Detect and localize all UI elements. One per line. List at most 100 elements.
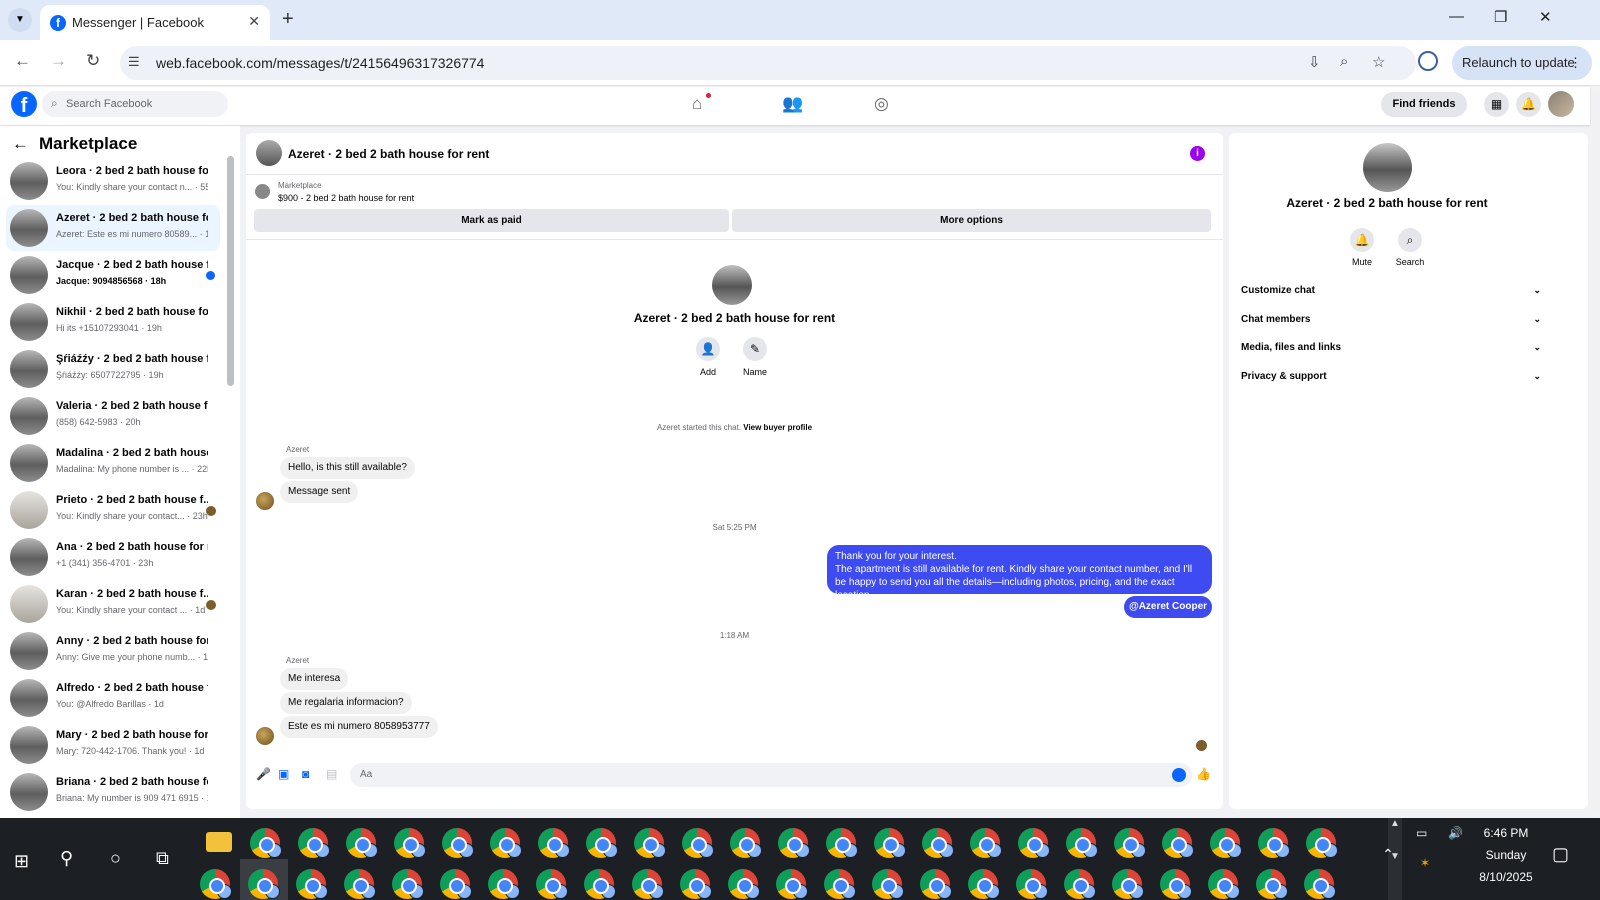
chrome-window-icon[interactable] [824,869,856,899]
conversation-item[interactable]: Madalina · 2 bed 2 bath house ... Madali… [6,440,220,486]
new-tab-button[interactable]: + [282,8,294,31]
add-people-button[interactable]: 👤 Add [683,337,733,377]
chrome-window-icon[interactable] [1160,869,1192,899]
chrome-window-icon[interactable] [584,869,616,899]
home-nav-icon[interactable]: ⌂ [692,94,702,114]
conversation-item[interactable]: Karan · 2 bed 2 bath house f... You: Kin… [6,581,220,627]
conversation-item[interactable]: Mary · 2 bed 2 bath house for r... Mary:… [6,722,220,768]
chrome-window-icon[interactable] [440,869,472,899]
kebab-menu-icon[interactable]: ⋮ [1569,46,1582,80]
conversation-item[interactable]: Ana · 2 bed 2 bath house for rent +1 (34… [6,534,220,580]
chrome-window-icon[interactable] [538,828,570,858]
conversation-item[interactable]: Prieto · 2 bed 2 bath house f... You: Ki… [6,487,220,533]
network-icon[interactable]: ▭ [1416,826,1427,840]
chrome-window-icon[interactable] [346,828,378,858]
like-thumb-icon[interactable]: 👍 [1196,767,1211,781]
conversation-item[interactable]: Briana · 2 bed 2 bath house for... Brian… [6,769,220,815]
url-text[interactable]: web.facebook.com/messages/t/241564963173… [156,55,484,71]
incoming-message[interactable]: Este es mi numero 8058953777 [280,716,438,738]
name-chat-button[interactable]: ✎ Name [730,337,780,377]
menu-grid-icon[interactable]: ▦ [1484,92,1509,117]
chrome-window-icon[interactable] [872,869,904,899]
cortana-icon[interactable]: ○ [110,848,121,869]
facebook-logo-icon[interactable]: f [11,91,37,117]
chrome-window-icon[interactable] [1258,828,1290,858]
outgoing-message[interactable]: Thank you for your interest. The apartme… [827,545,1212,601]
back-button[interactable]: ← [14,51,31,71]
chrome-window-icon[interactable] [248,869,280,899]
chrome-window-icon[interactable] [1064,869,1096,899]
groups-nav-icon[interactable]: ◎ [874,94,889,114]
chat-title[interactable]: Azeret · 2 bed 2 bath house for rent [288,147,489,161]
message-input[interactable]: Aa [350,763,1192,787]
conversation-item[interactable]: Jacque · 2 bed 2 bath house f... Jacque:… [6,252,220,298]
relaunch-button[interactable]: Relaunch to update ⋮ [1452,46,1592,80]
chrome-window-icon[interactable] [250,828,282,858]
bookmark-star-icon[interactable]: ☆ [1372,53,1385,71]
chrome-window-icon[interactable] [1112,869,1144,899]
search-icon[interactable]: ⚲ [60,848,73,869]
address-bar[interactable]: ☰ web.facebook.com/messages/t/2415649631… [120,46,1416,80]
chrome-window-icon[interactable] [490,828,522,858]
more-options-button[interactable]: More options [732,209,1211,232]
chrome-window-icon[interactable] [1210,828,1242,858]
incoming-message[interactable]: Me interesa [280,668,349,690]
incoming-message[interactable]: Hello, is this still available? [280,457,415,479]
chrome-window-icon[interactable] [968,869,1000,899]
minimize-button[interactable]: — [1449,8,1464,25]
chrome-window-icon[interactable] [586,828,618,858]
mention-message[interactable]: @Azeret Cooper [1124,596,1212,618]
chrome-window-icon[interactable] [970,828,1002,858]
chrome-window-icon[interactable] [730,828,762,858]
tab-close-icon[interactable]: ✕ [248,13,260,30]
chrome-window-icon[interactable] [536,869,568,899]
reload-button[interactable]: ↻ [86,51,100,71]
volume-icon[interactable]: 🔊 [1448,826,1463,840]
conversation-item[interactable]: Anny · 2 bed 2 bath house for r... Anny:… [6,628,220,674]
chrome-window-icon[interactable] [874,828,906,858]
listing-price[interactable]: $900 - 2 bed 2 bath house for rent [278,193,414,203]
sender-avatar[interactable] [256,492,274,510]
clock-time[interactable]: 6:46 PM [1466,826,1546,840]
chrome-window-icon[interactable] [778,828,810,858]
install-app-icon[interactable]: ⇩ [1308,53,1321,71]
weather-icon[interactable]: ✶ [1420,856,1430,870]
task-view-icon[interactable]: ⧉ [156,848,169,869]
chrome-window-icon[interactable] [920,869,952,899]
chrome-window-icon[interactable] [200,869,232,899]
chrome-window-icon[interactable] [1256,869,1288,899]
conversation-item[interactable]: Valeria · 2 bed 2 bath house for... (858… [6,393,220,439]
media-files-row[interactable]: Media, files and links ⌄ [1241,342,1541,353]
microphone-icon[interactable]: 🎤 [256,767,271,781]
notification-center-icon[interactable]: ▢ [1552,844,1569,865]
forward-button[interactable]: → [50,51,67,71]
conversation-item[interactable]: Leora · 2 bed 2 bath house for ... You: … [6,158,220,204]
chrome-window-icon[interactable] [682,828,714,858]
sender-avatar[interactable] [256,727,274,745]
chrome-window-icon[interactable] [776,869,808,899]
chrome-window-icon[interactable] [1162,828,1194,858]
mute-button[interactable]: 🔔 Mute [1342,228,1382,267]
chrome-window-icon[interactable] [728,869,760,899]
privacy-support-row[interactable]: Privacy & support ⌄ [1241,371,1541,382]
search-chat-button[interactable]: ⌕ Search [1390,228,1430,267]
chrome-window-icon[interactable] [1016,869,1048,899]
incoming-message[interactable]: Me regalaria informacion? [280,692,412,714]
clock-day[interactable]: Sunday [1466,848,1546,862]
zoom-icon[interactable]: ⌕ [1340,53,1348,70]
windows-start-icon[interactable]: ⊞ [14,851,29,872]
close-window-button[interactable]: ✕ [1539,8,1552,26]
chrome-window-icon[interactable] [442,828,474,858]
customize-chat-row[interactable]: Customize chat ⌄ [1241,285,1541,296]
conversation-item-active[interactable]: Azeret · 2 bed 2 bath house for... Azere… [6,205,220,251]
chrome-window-icon[interactable] [1018,828,1050,858]
browser-tab[interactable]: f Messenger | Facebook ✕ [40,5,270,40]
friends-nav-icon[interactable]: 👥 [782,94,803,114]
back-arrow-icon[interactable]: ← [12,134,29,153]
conversation-item[interactable]: Şŕiáźźy · 2 bed 2 bath house for... Şŕiá… [6,346,220,392]
chrome-window-icon[interactable] [344,869,376,899]
chat-avatar[interactable] [256,140,282,166]
profile-icon[interactable] [1418,51,1438,71]
chat-members-row[interactable]: Chat members ⌄ [1241,314,1541,325]
photo-icon[interactable]: ▣ [278,767,289,781]
